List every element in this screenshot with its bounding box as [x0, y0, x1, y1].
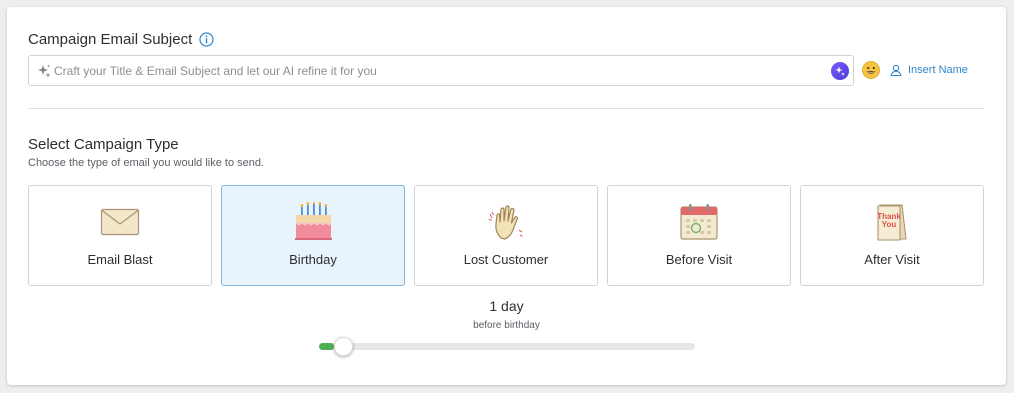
campaign-type-email-blast[interactable]: Email Blast [28, 185, 212, 286]
user-icon [890, 64, 902, 76]
section-divider [28, 108, 984, 109]
campaign-type-label: Lost Customer [463, 252, 549, 267]
campaign-type-title-text: Select Campaign Type [28, 136, 179, 153]
campaign-type-before-visit[interactable]: Before Visit [607, 185, 791, 286]
ai-refine-icon[interactable] [831, 61, 849, 80]
campaign-type-subtitle: Choose the type of email you would like … [28, 157, 265, 169]
days-before-value: 1 day [489, 298, 524, 314]
sparkle-icon [37, 64, 51, 78]
campaign-type-birthday[interactable]: Birthday [221, 185, 405, 286]
thank-you-card-icon: Thank You [872, 202, 912, 242]
campaign-type-lost-customer[interactable]: Lost Customer [414, 185, 598, 286]
emoji-icon[interactable] [862, 61, 880, 79]
campaign-settings-card: Campaign Email Subject Craft your Title … [7, 7, 1006, 385]
campaign-type-label: Before Visit [665, 252, 733, 267]
campaign-type-label: After Visit [864, 252, 920, 267]
slider-fill [319, 343, 335, 350]
days-slider[interactable] [319, 337, 695, 356]
campaign-type-after-visit[interactable]: Thank You After Visit [800, 185, 984, 286]
campaign-type-label: Birthday [289, 252, 337, 267]
info-icon[interactable] [199, 32, 214, 47]
waving-hand-icon [486, 202, 526, 242]
insert-name-label: Insert Name [908, 64, 968, 76]
campaign-type-options: Email Blast Birthday Lost Customer Befor… [28, 185, 984, 286]
subject-section-title: Campaign Email Subject [28, 31, 214, 48]
birthday-cake-icon [293, 202, 333, 242]
subject-title-text: Campaign Email Subject [28, 31, 193, 48]
subject-input[interactable] [54, 56, 831, 85]
insert-name-button[interactable]: Insert Name [890, 64, 968, 76]
svg-text:You: You [882, 220, 897, 229]
campaign-type-label: Email Blast [87, 252, 153, 267]
subject-input-container [28, 55, 854, 86]
days-before-caption: before birthday [473, 320, 540, 331]
calendar-icon [679, 202, 719, 242]
slider-thumb[interactable] [334, 337, 354, 356]
envelope-icon [100, 202, 140, 242]
campaign-type-title: Select Campaign Type [28, 136, 179, 153]
